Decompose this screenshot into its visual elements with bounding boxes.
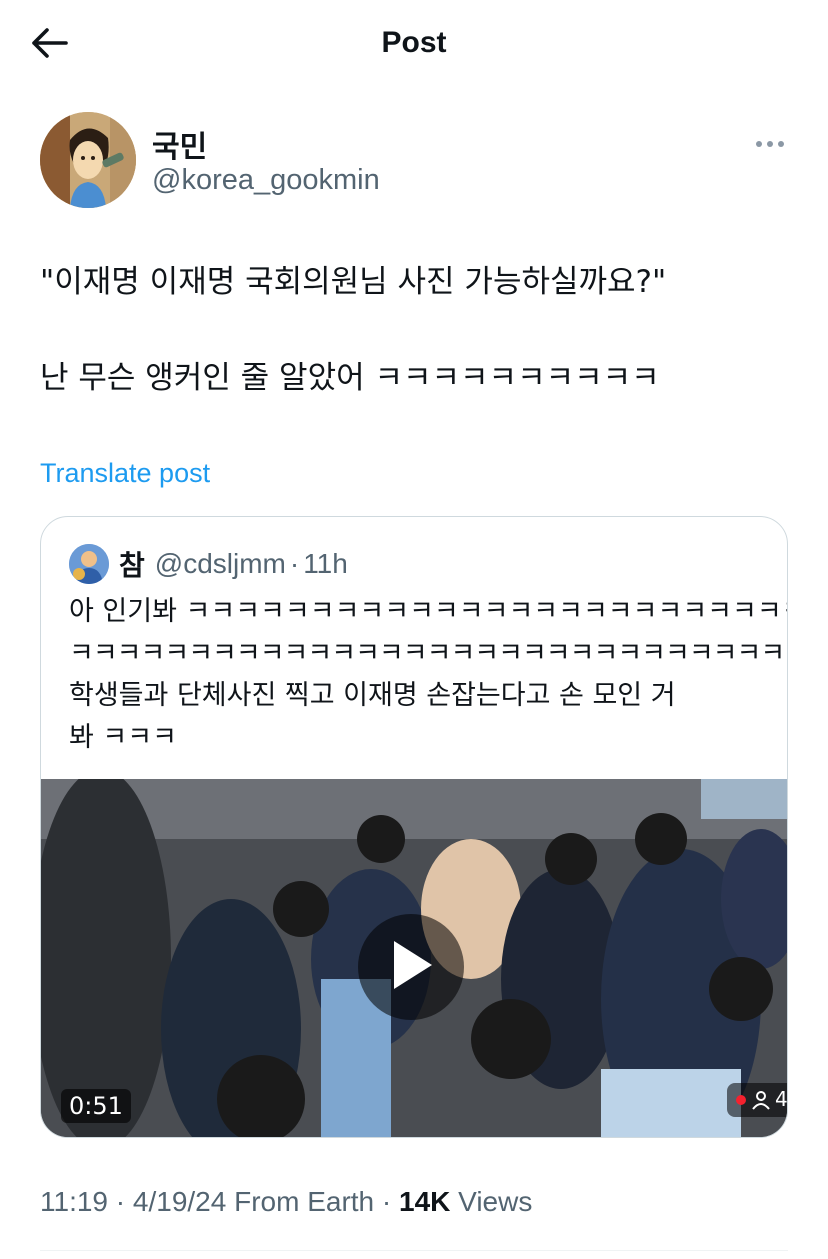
- more-options-button[interactable]: [750, 122, 790, 162]
- viewer-count-badge: 4: [727, 1083, 788, 1117]
- video-thumbnail[interactable]: 0:51 4: [41, 779, 788, 1137]
- viewer-count: 4: [775, 1087, 788, 1111]
- quoted-text-line: 학생들과 단체사진 찍고 이재명 손잡는다고 손 모인 거: [69, 680, 676, 711]
- top-bar: Post: [0, 0, 828, 90]
- post-date[interactable]: 4/19/24: [133, 1186, 226, 1217]
- meta-separator: ·: [108, 1186, 133, 1217]
- video-duration: 0:51: [61, 1089, 131, 1123]
- quoted-text-line: ㅋㅋㅋㅋㅋㅋㅋㅋㅋㅋㅋㅋㅋㅋㅋㅋㅋㅋㅋㅋㅋㅋㅋㅋㅋㅋㅋㅋㅋㅋㅋㅋㅋ: [69, 638, 788, 669]
- meta-separator: ·: [374, 1186, 400, 1217]
- play-icon: [388, 939, 434, 995]
- quoted-post-text: 아 인기봐 ㅋㅋㅋㅋㅋㅋㅋㅋㅋㅋㅋㅋㅋㅋㅋㅋㅋㅋㅋㅋㅋㅋㅋㅋㅋㅋ ㅋㅋㅋㅋㅋㅋㅋ…: [69, 591, 788, 759]
- post-source: From Earth: [226, 1186, 375, 1217]
- post-text-line: "이재명 이재명 국회의원님 사진 가능하실까요?": [40, 264, 667, 300]
- post-text-line: 난 무슨 앵커인 줄 알았어 ㅋㅋㅋㅋㅋㅋㅋㅋㅋㅋ: [40, 360, 660, 396]
- author-handle[interactable]: @korea_gookmin: [152, 164, 380, 197]
- author-display-name[interactable]: 국민: [152, 122, 207, 166]
- divider: [40, 1250, 788, 1251]
- avatar[interactable]: [40, 112, 136, 208]
- post-time[interactable]: 11:19: [40, 1186, 108, 1217]
- ellipsis-icon: [755, 133, 785, 152]
- quoted-text-line: 아 인기봐 ㅋㅋㅋㅋㅋㅋㅋㅋㅋㅋㅋㅋㅋㅋㅋㅋㅋㅋㅋㅋㅋㅋㅋㅋㅋㅋ: [69, 596, 788, 627]
- quoted-avatar[interactable]: [69, 544, 109, 584]
- quoted-handle: @cdsljmm: [154, 548, 286, 579]
- quoted-text-line: 봐 ㅋㅋㅋ: [69, 722, 177, 753]
- play-button[interactable]: [358, 914, 464, 1020]
- quoted-post-header: 참 @cdsljmm · 11h: [69, 543, 348, 585]
- quoted-post[interactable]: 참 @cdsljmm · 11h 아 인기봐 ㅋㅋㅋㅋㅋㅋㅋㅋㅋㅋㅋㅋㅋㅋㅋㅋㅋ…: [40, 516, 788, 1138]
- post-text: "이재명 이재명 국회의원님 사진 가능하실까요?" 난 무슨 앵커인 줄 알았…: [40, 258, 800, 402]
- quoted-separator: ·: [289, 548, 300, 579]
- quoted-time: 11h: [303, 548, 348, 579]
- views-count[interactable]: 14K: [399, 1186, 450, 1217]
- views-label: Views: [450, 1186, 533, 1217]
- page-title: Post: [381, 26, 447, 59]
- quoted-display-name: 참: [119, 549, 145, 582]
- post-meta: 11:19 · 4/19/24 From Earth · 14K Views: [40, 1186, 532, 1218]
- post-author: 국민 @korea_gookmin: [40, 112, 800, 212]
- translate-post-link[interactable]: Translate post: [40, 458, 210, 489]
